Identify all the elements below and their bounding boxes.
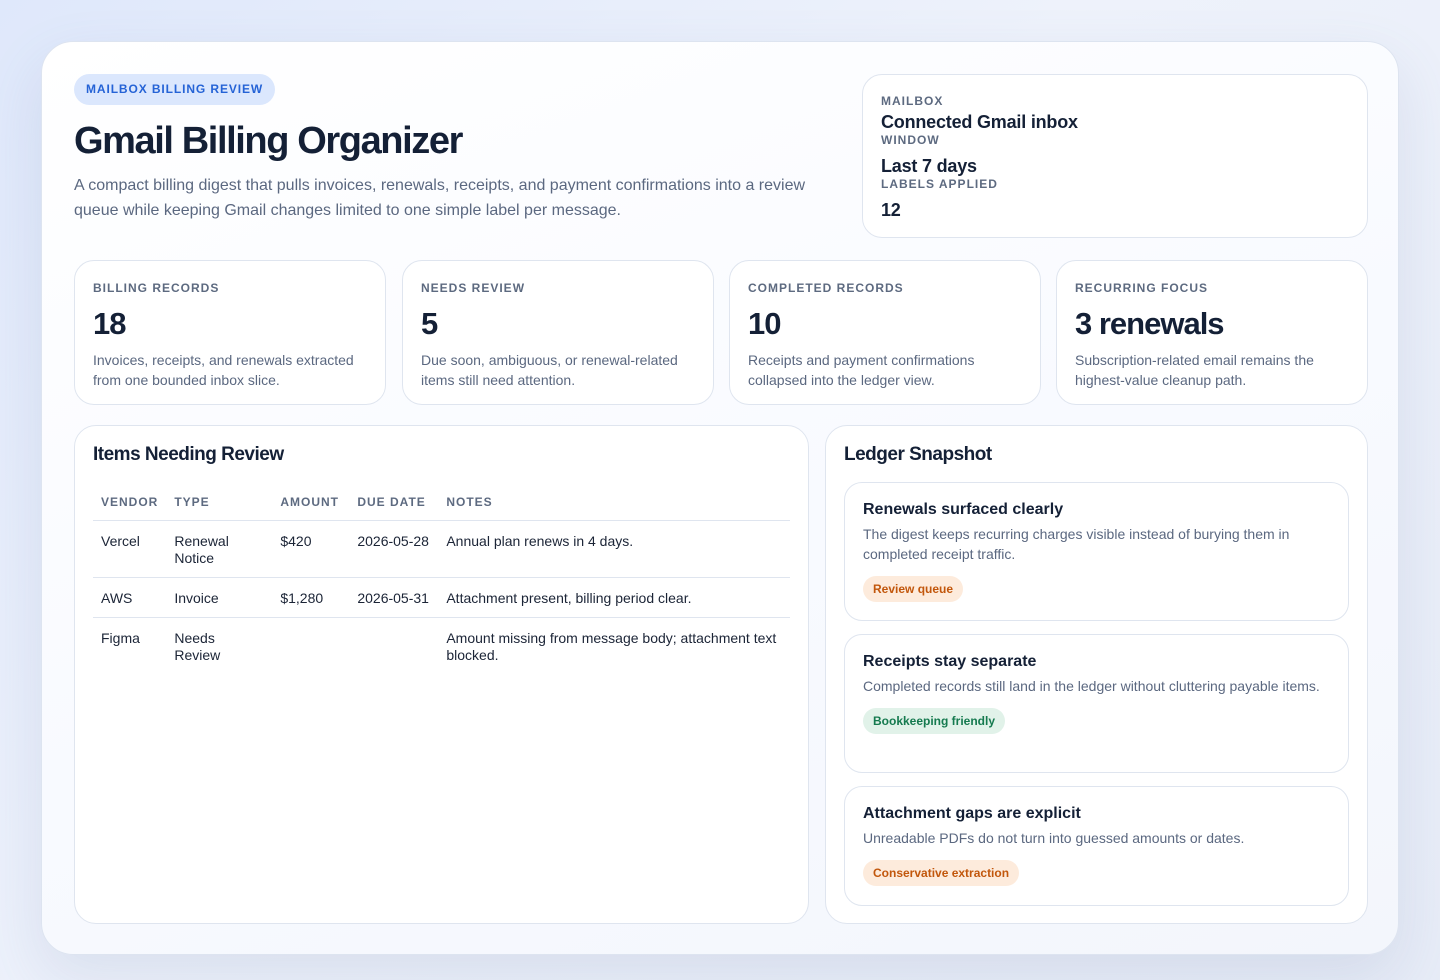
stat-value: 18 [93, 306, 126, 341]
column-header-due-date: DUE DATE [349, 488, 439, 521]
review-panel: Items Needing Review VENDOR TYPE AMOUNT … [74, 425, 809, 924]
ledger-card-description: The digest keeps recurring charges visib… [863, 526, 1290, 562]
ledger-card-description: Unreadable PDFs do not turn into guessed… [863, 830, 1245, 846]
mailbox-meta-card: MAILBOX Connected Gmail inbox WINDOW Las… [862, 74, 1368, 238]
window-value: Last 7 days [881, 156, 977, 176]
page-subtitle: A compact billing digest that pulls invo… [74, 177, 806, 219]
stat-label: RECURRING FOCUS [1075, 281, 1209, 295]
ledger-tag: Conservative extraction [863, 860, 1020, 886]
stat-card-billing-records: BILLING RECORDS 18 Invoices, receipts, a… [74, 260, 386, 405]
stat-description: Due soon, ambiguous, or renewal-related … [421, 352, 678, 388]
ledger-tag: Bookkeeping friendly [863, 708, 1006, 734]
stat-description: Invoices, receipts, and renewals extract… [93, 352, 354, 388]
cell-notes: Amount missing from message body; attach… [446, 630, 777, 663]
column-header-type: TYPE [166, 488, 273, 521]
column-header-amount: AMOUNT [272, 488, 350, 521]
ledger-card-description: Completed records still land in the ledg… [863, 678, 1320, 694]
cell-type: Renewal Notice [166, 520, 273, 578]
ledger-panel-title: Ledger Snapshot [844, 444, 992, 465]
review-table: VENDOR TYPE AMOUNT DUE DATE NOTES Vercel… [93, 488, 790, 674]
stat-label: COMPLETED RECORDS [748, 281, 904, 295]
table-row[interactable]: AWS Invoice $1,280 2026-05-31 Attachment… [93, 577, 790, 618]
ledger-card-attachments: Attachment gaps are explicit Unreadable … [844, 786, 1349, 906]
labels-applied-label: LABELS APPLIED [881, 177, 998, 191]
stat-card-recurring-focus: RECURRING FOCUS 3 renewals Subscription-… [1056, 260, 1368, 405]
window-label: WINDOW [881, 133, 940, 147]
ledger-card-title: Attachment gaps are explicit [863, 805, 1081, 822]
stat-description: Receipts and payment confirmations colla… [748, 352, 975, 388]
ledger-card-title: Receipts stay separate [863, 653, 1037, 670]
eyebrow-badge: MAILBOX BILLING REVIEW [74, 74, 276, 105]
cell-vendor: AWS [93, 577, 167, 618]
table-header-row: VENDOR TYPE AMOUNT DUE DATE NOTES [93, 488, 790, 521]
hero-section: MAILBOX BILLING REVIEW Gmail Billing Org… [74, 74, 834, 223]
cell-amount [272, 618, 349, 675]
table-row[interactable]: Figma Needs Review Amount missing from m… [93, 618, 790, 675]
cell-vendor: Vercel [93, 520, 167, 578]
ledger-card-receipts: Receipts stay separate Completed records… [844, 634, 1349, 773]
cell-type: Needs Review [174, 630, 221, 663]
mailbox-value: Connected Gmail inbox [881, 112, 1078, 132]
cell-vendor: Figma [101, 630, 140, 646]
stat-value: 5 [421, 306, 438, 341]
review-panel-title: Items Needing Review [93, 444, 284, 465]
cell-notes: Annual plan renews in 4 days. [438, 520, 790, 578]
stat-value: 3 renewals [1075, 306, 1225, 341]
dashboard-shell: MAILBOX BILLING REVIEW Gmail Billing Org… [41, 41, 1399, 955]
cell-amount: $1,280 [272, 577, 350, 618]
ledger-card-title: Renewals surfaced clearly [863, 501, 1064, 518]
cell-due-date [349, 618, 438, 675]
cell-amount: $420 [272, 520, 350, 578]
column-header-notes: NOTES [438, 488, 790, 521]
cell-due-date: 2026-05-28 [349, 520, 439, 578]
stat-label: BILLING RECORDS [93, 281, 220, 295]
stat-description: Subscription-related email remains the h… [1075, 352, 1314, 388]
ledger-card-renewals: Renewals surfaced clearly The digest kee… [844, 482, 1349, 621]
cell-type: Invoice [166, 577, 273, 618]
cell-notes: Attachment present, billing period clear… [438, 577, 790, 618]
stat-value: 10 [748, 306, 781, 341]
ledger-panel: Ledger Snapshot Renewals surfaced clearl… [825, 425, 1368, 924]
mailbox-label: MAILBOX [881, 94, 944, 108]
stats-row: BILLING RECORDS 18 Invoices, receipts, a… [74, 260, 1368, 405]
column-header-vendor: VENDOR [93, 488, 167, 521]
table-row[interactable]: Vercel Renewal Notice $420 2026-05-28 An… [93, 520, 790, 578]
stat-card-needs-review: NEEDS REVIEW 5 Due soon, ambiguous, or r… [402, 260, 714, 405]
stat-label: NEEDS REVIEW [421, 281, 526, 295]
stat-card-completed-records: COMPLETED RECORDS 10 Receipts and paymen… [729, 260, 1041, 405]
cell-due-date: 2026-05-31 [349, 577, 439, 618]
labels-applied-value: 12 [881, 200, 901, 220]
ledger-tag: Review queue [863, 576, 964, 602]
page-title: Gmail Billing Organizer [74, 120, 463, 162]
